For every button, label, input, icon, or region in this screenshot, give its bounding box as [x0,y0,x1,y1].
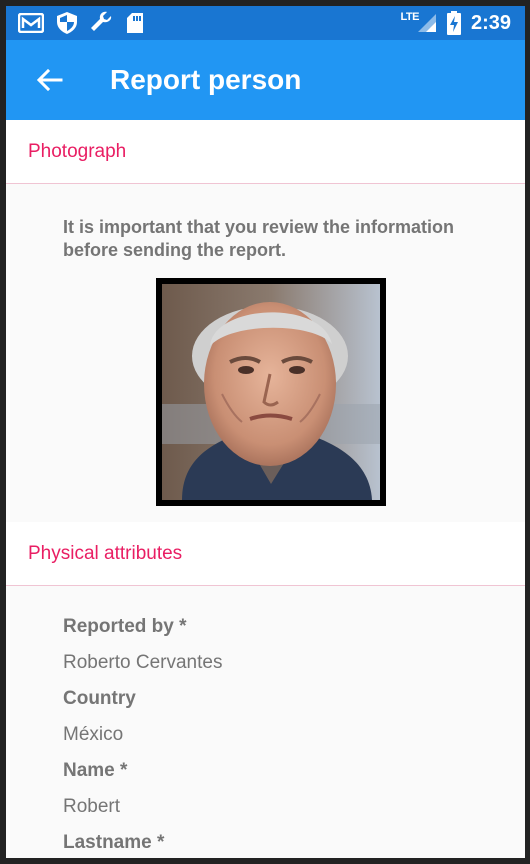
signal-icon [417,14,436,32]
status-time: 2:39 [470,11,511,34]
section-header-physical-attributes: Physical attributes [6,522,525,586]
review-notice: It is important that you review the info… [63,217,455,260]
reported-by-label: Reported by * [63,616,187,637]
wrench-icon [91,11,112,31]
page-title: Report person [110,64,302,95]
country-value: México [63,724,124,745]
country-label: Country [63,688,136,709]
sd-card-icon [127,13,143,33]
gmail-icon [18,13,44,33]
battery-charging-icon [446,11,461,35]
person-photo[interactable] [156,278,386,506]
status-bar: LTE 2:39 [6,6,525,40]
name-value: Robert [63,796,121,817]
name-label: Name * [63,760,128,781]
network-type-label: LTE [400,11,420,23]
screen: LTE 2:39 Report person Photograph It is … [6,6,525,858]
section-header-photograph: Photograph [6,120,525,184]
reported-by-value: Roberto Cervantes [63,652,223,673]
arrow-left-icon [37,69,63,91]
field-list: Reported by * Roberto Cervantes Country … [6,586,525,858]
back-button[interactable] [20,50,80,110]
lastname-label: Lastname * [63,832,165,853]
shield-icon [57,12,77,34]
device-frame: LTE 2:39 Report person Photograph It is … [0,0,530,864]
form-content[interactable]: Photograph It is important that you revi… [6,120,525,858]
app-bar: Report person [6,40,525,120]
person-photo-image [162,284,380,500]
